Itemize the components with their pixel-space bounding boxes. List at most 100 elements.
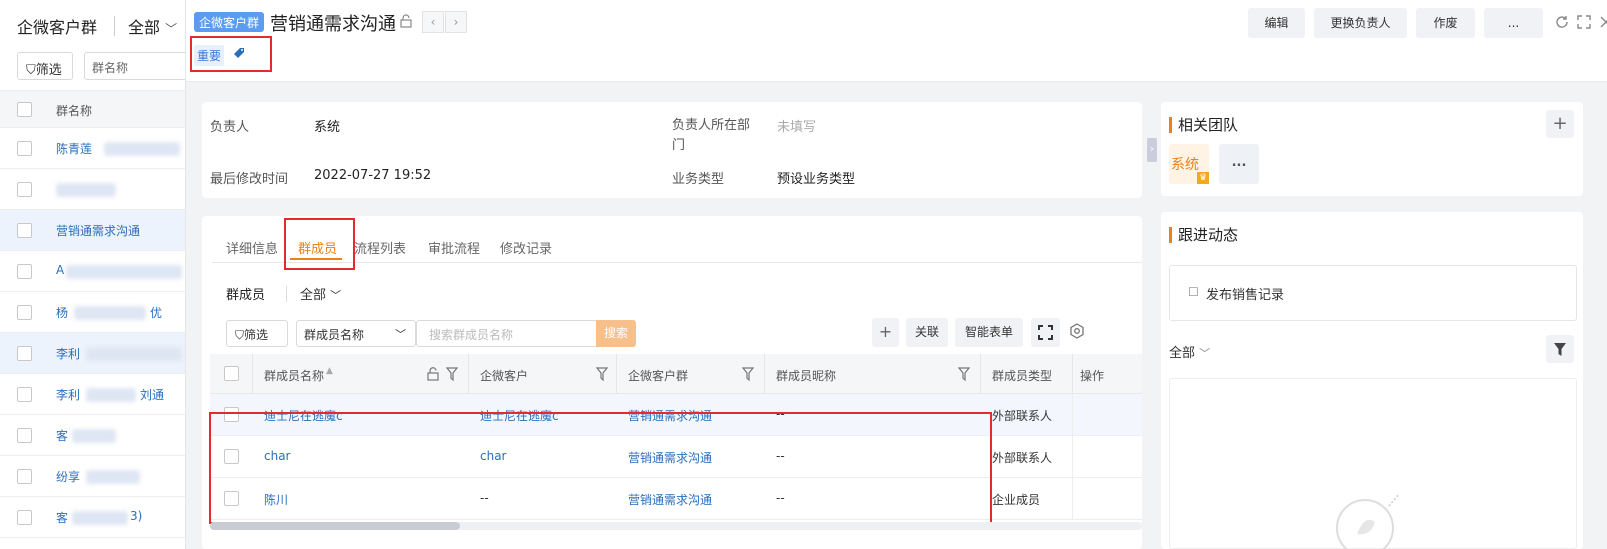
- list-item[interactable]: A: [0, 251, 185, 292]
- list-item[interactable]: 李利: [0, 333, 185, 374]
- member-search-input[interactable]: 搜索群成员名称: [416, 320, 606, 347]
- list-item-label[interactable]: A: [56, 263, 64, 277]
- list-column-header: 群名称: [0, 90, 185, 128]
- change-owner-button[interactable]: 更换负责人: [1314, 8, 1407, 38]
- sort-icon[interactable]: ▲: [326, 366, 333, 376]
- row-checkbox[interactable]: [17, 223, 32, 238]
- edit-button[interactable]: 编辑: [1248, 8, 1305, 38]
- list-item-label[interactable]: 客: [56, 509, 68, 526]
- search-button[interactable]: 搜索: [596, 320, 636, 347]
- col-divider: [616, 354, 617, 394]
- team-member-chip[interactable]: 系统 ♛: [1169, 144, 1209, 184]
- team-more-button[interactable]: ...: [1219, 144, 1259, 184]
- scope-dropdown[interactable]: 全部 ﹀: [128, 14, 177, 38]
- field-select-label: 群成员名称: [304, 328, 365, 342]
- tab-change-log[interactable]: 修改记录: [500, 238, 552, 257]
- close-icon[interactable]: [1598, 14, 1607, 30]
- list-item-selected[interactable]: 营销通需求沟通: [0, 210, 185, 251]
- filter-icon[interactable]: [742, 367, 754, 381]
- col-divider: [1072, 478, 1073, 520]
- list-item[interactable]: 客 3): [0, 497, 185, 538]
- filter-icon[interactable]: [958, 367, 970, 381]
- publish-record-box[interactable]: ☐ 发布销售记录: [1169, 265, 1577, 321]
- col-member-type[interactable]: 群成员类型: [992, 367, 1052, 384]
- list-item[interactable]: 杨 优: [0, 292, 185, 333]
- list-item-label[interactable]: 纷享: [56, 468, 80, 485]
- add-member-button[interactable]: +: [872, 318, 899, 347]
- col-divider: [252, 354, 253, 394]
- col-divider: [980, 354, 981, 394]
- col-nickname[interactable]: 群成员昵称: [776, 367, 836, 384]
- filter-icon[interactable]: [596, 367, 608, 381]
- unlock-icon[interactable]: [426, 367, 440, 381]
- list-item-label[interactable]: 李利: [56, 345, 80, 362]
- prev-record-button[interactable]: ‹: [422, 11, 444, 33]
- row-checkbox[interactable]: [17, 264, 32, 279]
- list-item-label[interactable]: 陈青莲: [56, 140, 92, 157]
- blurred-text: [86, 388, 136, 402]
- more-actions-button[interactable]: ...: [1484, 8, 1543, 38]
- row-checkbox[interactable]: [17, 305, 32, 320]
- row-checkbox[interactable]: [17, 182, 32, 197]
- col-member-name[interactable]: 群成员名称: [264, 367, 324, 384]
- list-item[interactable]: 纷享: [0, 456, 185, 497]
- tag-important[interactable]: 重要: [194, 45, 225, 66]
- dept-value: 未填写: [777, 120, 817, 135]
- list-item-suffix: 优: [150, 306, 163, 320]
- blurred-text: [74, 306, 146, 320]
- tab-approval-flow[interactable]: 审批流程: [428, 238, 480, 257]
- members-filter-button[interactable]: ⛉筛选: [226, 320, 288, 347]
- select-all-checkbox[interactable]: [224, 366, 239, 381]
- list-item[interactable]: 客: [0, 415, 185, 456]
- row-checkbox[interactable]: [17, 469, 32, 484]
- col-customer-group[interactable]: 企微客户群: [628, 367, 688, 384]
- row-checkbox[interactable]: [17, 510, 32, 525]
- list-item[interactable]: 李利 刘通: [0, 374, 185, 415]
- filter-icon[interactable]: [1546, 335, 1574, 363]
- list-item-label[interactable]: 杨: [56, 304, 68, 321]
- member-field-select[interactable]: 群成员名称 ﹀: [296, 320, 416, 347]
- row-checkbox[interactable]: [17, 428, 32, 443]
- edit-icon: ☐: [1188, 285, 1199, 299]
- tab-detail-info[interactable]: 详细信息: [226, 238, 278, 257]
- follow-scope-dropdown[interactable]: 全部 ﹀: [1169, 342, 1210, 361]
- smart-form-button[interactable]: 智能表单: [955, 318, 1023, 347]
- modified-value: 2022-07-27 19:52: [314, 168, 432, 183]
- list-item-suffix: 刘通: [140, 388, 165, 402]
- row-checkbox[interactable]: [17, 141, 32, 156]
- link-button[interactable]: 关联: [906, 318, 948, 347]
- row-checkbox[interactable]: [17, 346, 32, 361]
- list-item[interactable]: [0, 169, 185, 210]
- blurred-text: [86, 347, 182, 361]
- lock-icon[interactable]: [399, 14, 413, 28]
- col-customer[interactable]: 企微客户: [480, 367, 528, 384]
- expand-table-icon[interactable]: [1031, 318, 1060, 347]
- select-all-checkbox[interactable]: [17, 102, 32, 117]
- row-checkbox[interactable]: [17, 387, 32, 402]
- void-button[interactable]: 作废: [1416, 8, 1475, 38]
- filter-icon[interactable]: [446, 367, 458, 381]
- add-team-member-button[interactable]: +: [1546, 110, 1574, 138]
- group-name-select[interactable]: 群名称: [84, 52, 185, 80]
- divider: [114, 16, 115, 36]
- list-item[interactable]: 陈青莲: [0, 128, 185, 169]
- fullscreen-icon[interactable]: [1576, 14, 1592, 30]
- members-scope-label: 全部: [300, 288, 327, 303]
- scrollbar-thumb[interactable]: [210, 522, 460, 530]
- chevron-down-icon: ﹀: [395, 328, 406, 341]
- collapse-sidebar-handle[interactable]: ›: [1147, 138, 1157, 162]
- list-item-label[interactable]: 营销通需求沟通: [56, 222, 140, 239]
- settings-icon[interactable]: [1068, 322, 1086, 340]
- crown-icon: ♛: [1197, 172, 1209, 184]
- section-accent: [1169, 117, 1172, 133]
- list-item-label[interactable]: 客: [56, 427, 68, 444]
- refresh-icon[interactable]: [1554, 14, 1570, 30]
- filter-button[interactable]: ⛉筛选: [17, 52, 73, 80]
- tab-process-list[interactable]: 流程列表: [354, 238, 406, 257]
- tag-edit-icon[interactable]: [232, 46, 246, 60]
- members-scope-dropdown[interactable]: 全部 ﹀: [300, 284, 341, 303]
- next-record-button[interactable]: ›: [445, 11, 467, 33]
- section-accent: [1169, 227, 1172, 243]
- detail-tabs-card: 详细信息 群成员 流程列表 审批流程 修改记录 群成员 全部 ﹀ ⛉筛选 群成员…: [202, 216, 1142, 549]
- list-item-label[interactable]: 李利: [56, 386, 80, 403]
